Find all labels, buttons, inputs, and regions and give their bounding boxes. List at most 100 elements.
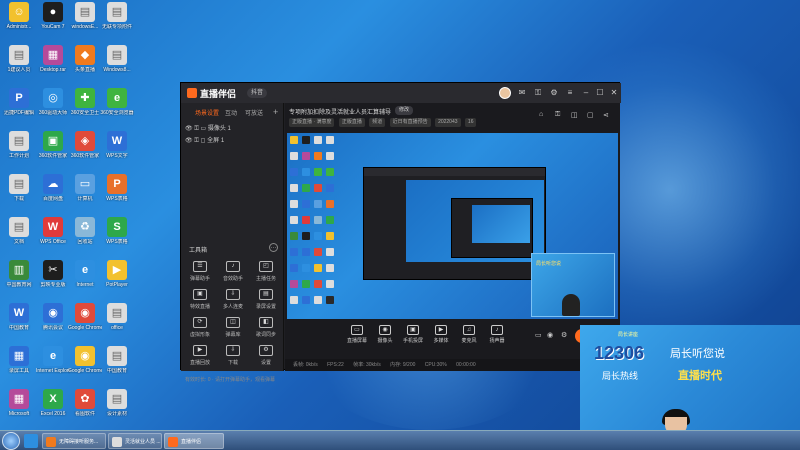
maximize-icon[interactable]: ☐ [595,88,605,98]
ie-icon[interactable] [24,434,38,448]
share-icon[interactable]: ⋖ [603,111,609,119]
desktop-icon[interactable]: P 迅捷PDF编辑 [2,88,36,116]
live-preview[interactable]: 局长听您说 [287,133,618,319]
desktop-icon[interactable]: W WPS文字 [100,131,134,159]
desktop-icon[interactable]: ◎ 360驱动大师 [36,88,70,116]
settings-icon[interactable]: ⚙ [561,331,567,339]
desktop-icon[interactable]: ▦ 录屏工具 [2,346,36,374]
desktop-icon[interactable]: ▥ 中国教育网 [2,260,36,288]
mail-icon[interactable]: ✉ [517,88,527,98]
desktop-icon[interactable]: ▤ 中国教育 [100,346,134,374]
toolbox-item[interactable]: ▣ 特效直播 [185,289,215,310]
user-avatar[interactable] [499,87,511,99]
desktop-icon[interactable]: e Internet Explorer [36,346,70,374]
desktop-icon[interactable]: S WPS表格 [100,217,134,245]
lock-icon[interactable]: ⚿ [555,111,560,119]
desktop-icon[interactable]: ☺ Administr... [2,2,36,30]
source-button[interactable]: ♪ 扬声器 [483,325,511,344]
desktop-icon[interactable]: ▤ 工作计划 [2,131,36,159]
desktop-icon[interactable]: ▤ office [100,303,134,331]
source-button[interactable]: ◉ 摄像头 [371,325,399,344]
source-button[interactable]: ▶ 多媒体 [427,325,455,344]
desktop-icon[interactable]: ● YouCam 7 [36,2,70,30]
lock-icon[interactable]: ⚿ [533,88,543,98]
desktop-icon[interactable]: ✚ 360安全卫士 [68,88,102,116]
desktop-icon[interactable]: ◉ Google Chrome [68,303,102,331]
source-icon: ♪ [491,325,503,335]
toolbox-item[interactable]: ◧ 歌词同步 [251,317,281,338]
meta-tag[interactable]: 正版直播 · 满意度 [289,118,335,127]
start-button[interactable] [2,432,20,450]
desktop-icon[interactable]: W WPS Office [36,217,70,245]
toolbox-item[interactable]: ⟳ 虚拟形象 [185,317,215,338]
taskbar-task[interactable]: 直播伴侣 [164,433,224,449]
desktop-icon[interactable]: W 中国教育 [2,303,36,331]
desktop-icon[interactable]: ◉ Google Chrome [68,346,102,374]
desktop-icon[interactable]: ▤ 设计素材 [100,389,134,417]
source-button[interactable]: ▣ 手机投屏 [399,325,427,344]
desktop-icon[interactable]: ▭ 计算机 [68,174,102,202]
desktop-icon[interactable]: ▤ windowsE... [68,2,102,30]
close-icon[interactable]: ✕ [609,88,619,98]
tab-scenes[interactable]: 场景设置 [195,108,219,117]
desktop-icon[interactable]: ◆ 头条直播 [68,45,102,73]
platform-badge[interactable]: 抖音 [247,88,268,98]
desktop-icon[interactable]: ✿ 看图软件 [68,389,102,417]
toolbox-item[interactable]: ◫ 弹幕库 [218,317,248,338]
desktop-icon[interactable]: ▶ PotPlayer [100,260,134,288]
desktop-icon[interactable]: ▤ 下载 [2,174,36,202]
eye-icon[interactable]: ◉ [547,331,553,339]
settings-icon[interactable]: ⚙ [549,88,559,98]
desktop-icon[interactable]: ✂ 剪映专业版 [36,260,70,288]
preview-icon [290,264,298,272]
desktop-icon[interactable]: ▤ Windows8... [100,45,134,73]
source-button[interactable]: ▭ 直播屏幕 [343,325,371,344]
menu-icon[interactable]: ≡ [565,88,575,98]
video-icon[interactable]: ▭ [535,331,542,339]
more-icon[interactable]: … [269,243,278,252]
toolbox-item[interactable]: ◰ 主播任务 [251,261,281,282]
desktop-icon[interactable]: P WPS表格 [100,174,134,202]
desktop-icon[interactable]: ▦ Microsoft [2,389,36,417]
meta-tag[interactable]: 频道 [369,118,386,127]
desktop-icon[interactable]: ▤ 1建议人员 [2,45,36,73]
meta-tag[interactable]: 正版直播 [338,118,365,127]
toolbox-item[interactable]: ♪ 音效助手 [218,261,248,282]
desktop-icon[interactable]: ▤ 文档 [2,217,36,245]
toolbox-item[interactable]: ▤ 录屏设置 [251,289,281,310]
toolbox-item[interactable]: ☰ 弹幕助手 [185,261,215,282]
scene-item[interactable]: 👁 ⚿ ▭ 摄像头 1 [185,123,231,133]
pin-icon[interactable]: ⌂ [539,111,543,118]
toolbox-item[interactable]: ⇩ 多人连麦 [218,289,248,310]
taskbar-task[interactable]: 灵活就业人员 ... [108,433,162,449]
desktop-icon[interactable]: ♻ 回收站 [68,217,102,245]
toolbox-item[interactable]: ⚙ 设置 [251,345,281,366]
minimize-icon[interactable]: – [581,88,591,98]
taskbar-task-label: 灵活就业人员 ... [125,439,161,445]
edit-title-button[interactable]: 修改 [395,106,414,115]
tab-broadcast[interactable]: 可放送 [245,108,263,117]
preview-icon [314,152,322,160]
source-button[interactable]: ♫ 麦克风 [455,325,483,344]
desktop-icon[interactable]: X Excel 2016 [36,389,70,417]
toolbox-item[interactable]: ⇩ 下载 [218,345,248,366]
add-tab-icon[interactable]: + [273,107,278,117]
desktop-icon[interactable]: ☁ 百度网盘 [36,174,70,202]
left-status: 有效时长: 0 · 请打开弹幕助手，观看弹幕 [185,377,276,383]
desktop-icon[interactable]: ◈ 360软件管家 [68,131,102,159]
record-icon[interactable]: ▢ [587,111,594,119]
desktop-icon[interactable]: ▣ 360软件管家 [36,131,70,159]
taskbar-task[interactable]: 无障碍接听服务... [42,433,106,449]
gift-icon[interactable]: ◫ [571,111,578,119]
desktop-icon[interactable]: ▤ 无联专项附件 [100,2,134,30]
desktop-icon[interactable]: e Internet [68,260,102,288]
toolbox-item[interactable]: ▶ 直播回放 [185,345,215,366]
desktop-app-icon: W [9,303,29,323]
tab-interact[interactable]: 互动 [225,108,237,117]
desktop-icon[interactable]: e 360安全浏览器 [100,88,134,116]
desktop-icon[interactable]: ▦ Desktop.rar [36,45,70,73]
desktop-icon[interactable]: ◉ 腾讯会议 [36,303,70,331]
desktop-icon-label: 回收站 [77,239,93,245]
desktop-app-icon: ▤ [9,174,29,194]
scene-item[interactable]: 👁 ⚿ ◻ 全屏 1 [185,135,224,145]
